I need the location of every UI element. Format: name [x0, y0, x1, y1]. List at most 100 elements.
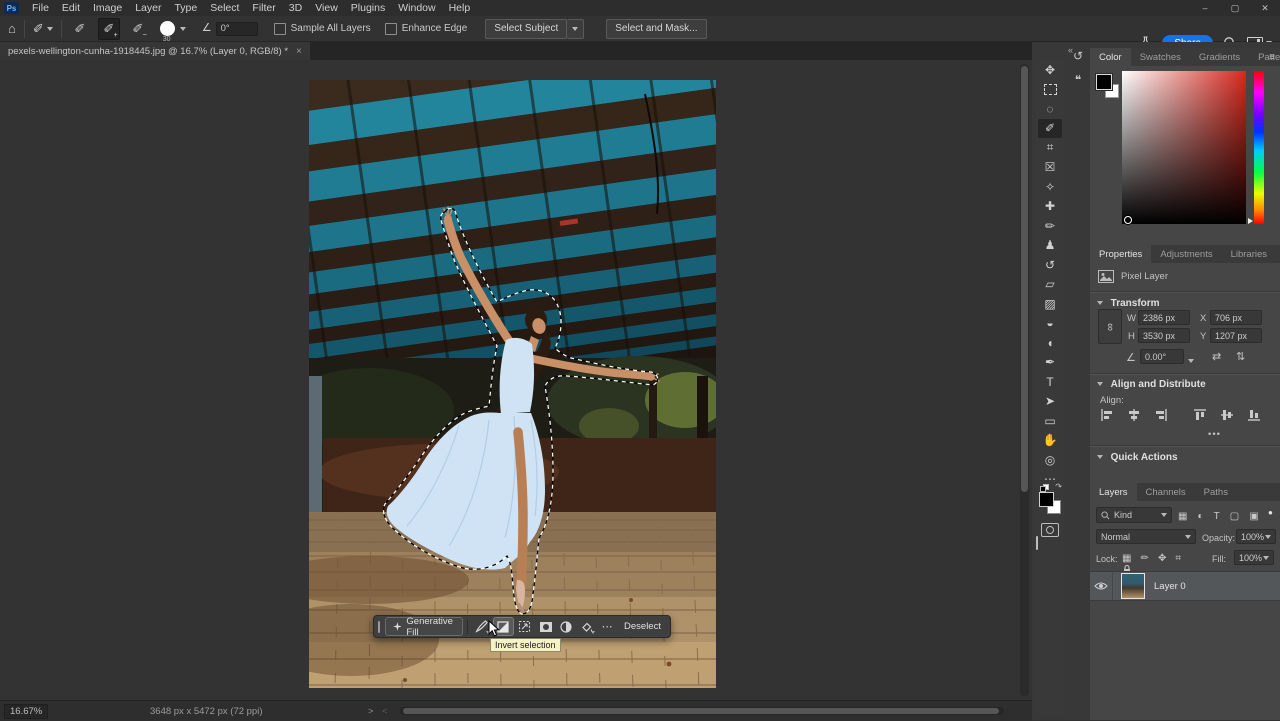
- zoom-level-field[interactable]: 16.67%: [4, 704, 48, 719]
- document-tab[interactable]: pexels-wellington-cunha-1918445.jpg @ 16…: [0, 42, 310, 60]
- menu-3d[interactable]: 3D: [289, 2, 302, 14]
- gradient-tool[interactable]: ▨: [1038, 294, 1062, 314]
- more-options-button[interactable]: ⋯: [598, 618, 617, 635]
- minimize-button[interactable]: –: [1190, 0, 1220, 16]
- foreground-background-colors[interactable]: ↷: [1038, 491, 1062, 515]
- menu-type[interactable]: Type: [174, 2, 197, 14]
- spot-healing-brush-tool[interactable]: ✚: [1038, 197, 1062, 217]
- new-selection-mode-button[interactable]: ✐: [70, 19, 90, 39]
- screen-mode-button[interactable]: [1036, 536, 1038, 550]
- tab-adjustments[interactable]: Adjustments: [1151, 245, 1221, 263]
- close-tab-icon[interactable]: ×: [296, 46, 302, 57]
- filter-pixel-layers-icon[interactable]: ▦: [1178, 511, 1187, 522]
- align-bottom-icon[interactable]: [1247, 408, 1261, 422]
- menu-window[interactable]: Window: [398, 2, 435, 14]
- transform-selection-button[interactable]: [516, 618, 535, 635]
- add-to-selection-mode-button[interactable]: ✐ +: [98, 18, 120, 40]
- swap-colors-icon[interactable]: ↷: [1055, 482, 1062, 491]
- tab-channels[interactable]: Channels: [1137, 483, 1195, 501]
- angle-input[interactable]: 0°: [216, 22, 258, 36]
- dodge-tool[interactable]: ◖: [1038, 333, 1062, 353]
- canvas-area[interactable]: Generative Fill: [0, 60, 1032, 700]
- brush-size-picker[interactable]: 30: [160, 21, 186, 36]
- align-center-horizontal-icon[interactable]: [1127, 408, 1141, 422]
- scroll-left-icon[interactable]: <: [382, 706, 388, 717]
- align-center-vertical-icon[interactable]: [1220, 408, 1234, 422]
- width-field[interactable]: 2386 px: [1138, 310, 1190, 325]
- align-right-icon[interactable]: [1154, 408, 1168, 422]
- menu-help[interactable]: Help: [449, 2, 471, 14]
- path-selection-tool[interactable]: ➤: [1038, 392, 1062, 412]
- menu-file[interactable]: File: [32, 2, 49, 14]
- menu-plugins[interactable]: Plugins: [351, 2, 385, 14]
- type-tool[interactable]: T: [1038, 372, 1062, 392]
- y-field[interactable]: 1207 px: [1210, 328, 1262, 343]
- tab-color[interactable]: Color: [1090, 48, 1131, 66]
- link-dimensions-toggle[interactable]: ∞: [1098, 309, 1122, 344]
- tab-libraries[interactable]: Libraries: [1222, 245, 1276, 263]
- panel-menu-icon[interactable]: ≡: [1269, 52, 1275, 63]
- opacity-field[interactable]: 100%: [1236, 529, 1276, 544]
- create-mask-button[interactable]: [536, 618, 555, 635]
- select-subject-button[interactable]: Select Subject: [485, 19, 567, 39]
- layer-visibility-toggle[interactable]: [1090, 572, 1113, 600]
- color-picker-cursor[interactable]: [1124, 216, 1132, 224]
- subtract-from-selection-mode-button[interactable]: ✐ −: [128, 19, 148, 39]
- menu-layer[interactable]: Layer: [135, 2, 161, 14]
- layer-name[interactable]: Layer 0: [1154, 581, 1186, 592]
- tab-swatches[interactable]: Swatches: [1131, 48, 1190, 66]
- eyedropper-tool[interactable]: ✧: [1038, 177, 1062, 197]
- create-adjustment-button[interactable]: [557, 618, 576, 635]
- zoom-tool[interactable]: ◎: [1038, 450, 1062, 470]
- layer-filter-dropdown[interactable]: Kind: [1096, 507, 1172, 523]
- hue-slider[interactable]: [1254, 71, 1264, 224]
- horizontal-scrollbar-thumb[interactable]: [403, 708, 999, 714]
- foreground-color-swatch[interactable]: [1039, 492, 1054, 507]
- tool-preset-picker[interactable]: ✐: [33, 22, 53, 35]
- saturation-brightness-picker[interactable]: [1122, 71, 1246, 224]
- default-colors-icon[interactable]: [1040, 484, 1048, 491]
- lasso-tool[interactable]: ◌: [1038, 99, 1062, 119]
- layer-thumbnail[interactable]: [1121, 573, 1145, 599]
- x-field[interactable]: 706 px: [1210, 310, 1262, 325]
- history-panel-icon[interactable]: ↺: [1068, 46, 1088, 66]
- home-icon[interactable]: ⌂: [8, 22, 16, 35]
- align-section-header[interactable]: Align and Distribute: [1098, 379, 1206, 390]
- select-and-mask-button[interactable]: Select and Mask...: [606, 19, 706, 39]
- generative-fill-button[interactable]: Generative Fill: [385, 617, 464, 636]
- taskbar-grip-handle[interactable]: [378, 621, 380, 633]
- fill-selection-button[interactable]: [578, 618, 597, 635]
- quick-actions-section-header[interactable]: Quick Actions: [1098, 452, 1178, 463]
- deselect-button[interactable]: Deselect: [619, 621, 666, 632]
- rectangular-marquee-tool[interactable]: [1038, 80, 1062, 100]
- flip-vertical-icon[interactable]: ⇅: [1236, 350, 1245, 363]
- blend-mode-dropdown[interactable]: Normal: [1096, 529, 1196, 544]
- foreground-color-swatch[interactable]: [1096, 74, 1112, 90]
- eraser-tool[interactable]: ▱: [1038, 275, 1062, 295]
- tab-gradients[interactable]: Gradients: [1190, 48, 1249, 66]
- brush-tool[interactable]: ✏: [1038, 216, 1062, 236]
- sample-all-layers-checkbox[interactable]: Sample All Layers: [274, 23, 371, 35]
- rotation-field[interactable]: 0.00°: [1140, 349, 1184, 364]
- filter-shape-layers-icon[interactable]: ▢: [1230, 511, 1239, 522]
- frame-tool[interactable]: ☒: [1038, 158, 1062, 178]
- photoshop-logo[interactable]: Ps: [4, 2, 19, 14]
- lock-transparency-icon[interactable]: ▦: [1122, 553, 1131, 564]
- align-top-icon[interactable]: [1193, 408, 1207, 422]
- rectangle-tool[interactable]: ▭: [1038, 411, 1062, 431]
- menu-image[interactable]: Image: [93, 2, 122, 14]
- blur-tool[interactable]: ◒: [1038, 314, 1062, 334]
- menu-edit[interactable]: Edit: [62, 2, 80, 14]
- align-more-button[interactable]: •••: [1208, 429, 1221, 440]
- move-tool[interactable]: ✥: [1038, 60, 1062, 80]
- hue-slider-marker[interactable]: [1248, 218, 1253, 224]
- tab-patterns[interactable]: Patterns: [1249, 48, 1280, 66]
- history-brush-tool[interactable]: ↺: [1038, 255, 1062, 275]
- close-button[interactable]: ✕: [1250, 0, 1280, 16]
- quick-mask-button[interactable]: [1041, 523, 1059, 537]
- filter-adjustment-layers-icon[interactable]: ◐: [1198, 511, 1204, 522]
- maximize-button[interactable]: ▢: [1220, 0, 1250, 16]
- align-left-icon[interactable]: [1100, 408, 1114, 422]
- status-expand-icon[interactable]: >: [368, 706, 374, 717]
- menu-filter[interactable]: Filter: [252, 2, 275, 14]
